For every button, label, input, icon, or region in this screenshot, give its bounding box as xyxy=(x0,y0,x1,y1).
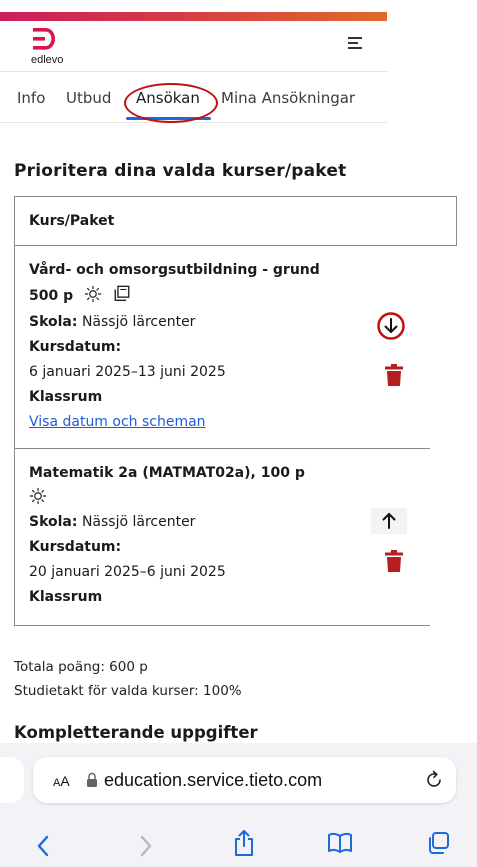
tab-info[interactable]: Info xyxy=(17,89,45,107)
lock-icon xyxy=(87,772,97,787)
tab-utbud[interactable]: Utbud xyxy=(66,89,111,107)
date-value: 6 januari 2025–13 juni 2025 xyxy=(29,364,226,380)
reader-aa-button[interactable]: AA xyxy=(53,773,70,789)
table-header: Kurs/Paket xyxy=(14,196,457,246)
study-pace: Studietakt för valda kurser: 100% xyxy=(14,683,242,699)
column-header-course: Kurs/Paket xyxy=(29,213,115,229)
school-label: Skola: xyxy=(29,514,78,530)
url-text[interactable]: education.service.tieto.com xyxy=(104,770,322,791)
table-row: Matematik 2a (MATMAT02a), 100 p Skola: N… xyxy=(14,449,430,626)
sun-icon xyxy=(29,487,47,505)
course-title: Vård- och omsorgsutbildning - grund xyxy=(29,262,320,278)
sun-icon xyxy=(84,285,102,303)
trash-icon[interactable] xyxy=(385,550,403,572)
table-row: Vård- och omsorgsutbildning - grund 500 … xyxy=(14,246,430,449)
edlevo-logo[interactable]: edlevo xyxy=(31,28,64,66)
course-points: 500 p xyxy=(29,288,74,304)
address-bar[interactable]: AA education.service.tieto.com xyxy=(33,757,456,803)
forward-icon[interactable] xyxy=(139,834,153,858)
previous-tab-edge[interactable] xyxy=(0,757,24,803)
date-value: 20 januari 2025–6 juni 2025 xyxy=(29,564,226,580)
school-value: Nässjö lärcenter xyxy=(81,314,196,330)
brand-gradient-bar xyxy=(0,12,387,21)
hamburger-icon[interactable] xyxy=(348,37,362,51)
move-up-button[interactable] xyxy=(371,508,407,534)
show-schedule-link[interactable]: Visa datum och scheman xyxy=(29,414,206,430)
school-line: Skola: Nässjö lärcenter xyxy=(29,314,195,330)
date-label: Kursdatum: xyxy=(29,539,122,555)
back-icon[interactable] xyxy=(36,834,50,858)
school-label: Skola: xyxy=(29,314,78,330)
tab-mina-ansokningar[interactable]: Mina Ansökningar xyxy=(221,89,355,107)
course-title: Matematik 2a (MATMAT02a), 100 p xyxy=(29,465,305,481)
trash-icon[interactable] xyxy=(385,364,403,386)
edlevo-logo-icon xyxy=(33,28,55,50)
room-label: Klassrum xyxy=(29,389,103,405)
bookmarks-icon[interactable] xyxy=(327,832,353,854)
share-icon[interactable] xyxy=(233,829,255,857)
page-title: Prioritera dina valda kurser/paket xyxy=(14,161,347,181)
arrow-up-icon[interactable] xyxy=(371,508,407,534)
course-icons xyxy=(29,487,47,505)
section-heading-supplementary: Kompletterande uppgifter xyxy=(14,723,258,742)
course-points-line: 500 p xyxy=(29,285,131,304)
arrow-down-circle-icon[interactable] xyxy=(376,311,406,341)
annotation-circle-tab xyxy=(124,83,218,123)
browser-bottom-bar: AA education.service.tieto.com xyxy=(0,743,477,867)
app-header: edlevo xyxy=(0,21,387,72)
total-points: Totala poäng: 600 p xyxy=(14,659,148,675)
school-value: Nässjö lärcenter xyxy=(81,514,196,530)
date-label: Kursdatum: xyxy=(29,339,122,355)
tabs-icon[interactable] xyxy=(426,831,450,855)
school-line: Skola: Nässjö lärcenter xyxy=(29,514,195,530)
logo-text: edlevo xyxy=(31,54,64,66)
copy-icon xyxy=(114,285,130,301)
room-label: Klassrum xyxy=(29,589,103,605)
reload-icon[interactable] xyxy=(423,769,445,791)
